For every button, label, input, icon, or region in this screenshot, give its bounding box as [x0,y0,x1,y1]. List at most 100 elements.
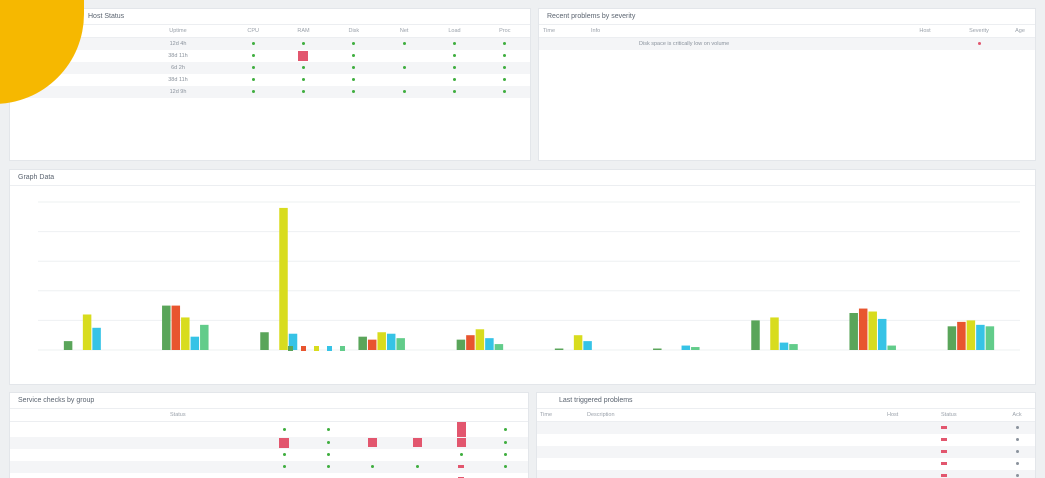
col-header[interactable]: Load [429,25,480,38]
chart-bar [691,347,700,350]
col-header[interactable] [306,409,351,422]
table-row[interactable] [10,461,528,473]
trigger-host[interactable] [887,470,941,478]
trigger-host[interactable] [887,421,941,434]
ok-dot-icon [326,427,330,431]
col-header[interactable]: Description [587,409,887,422]
table-row[interactable]: Disk space is critically low on volume [539,37,1035,50]
chart-bar [260,332,269,350]
uptime-cell: 38d 11h [168,77,188,83]
problem-marker-icon[interactable] [298,50,309,61]
chart-bar [751,320,760,350]
col-header[interactable]: Time [539,25,591,38]
problem-marker-icon[interactable] [412,438,422,448]
col-header[interactable]: Host [887,409,941,422]
table-row[interactable] [537,421,1035,434]
legend-item[interactable] [327,346,334,352]
col-header[interactable]: Proc [479,25,530,38]
chart-bar [985,326,995,350]
group-name[interactable] [10,473,170,478]
col-header[interactable]: Net [378,25,430,38]
ok-dot-icon [251,54,255,57]
col-header[interactable]: Uptime [128,25,228,38]
trigger-host[interactable] [887,446,941,458]
chart-bar [279,207,288,350]
col-header[interactable] [439,409,484,422]
table-row[interactable]: 38d 11h [10,74,530,86]
trigger-host[interactable] [887,434,941,446]
table-row[interactable]: 6d 2h [10,62,530,74]
ok-dot-icon [402,90,406,93]
table-row[interactable] [537,458,1035,470]
problem-marker-icon[interactable] [458,465,465,468]
trigger-description[interactable] [587,446,887,458]
panel-title: Last triggered problems [537,393,1035,409]
col-header[interactable] [262,409,307,422]
ok-dot-icon [503,54,507,57]
legend-item[interactable] [314,346,321,352]
table-row[interactable] [10,473,528,478]
col-header[interactable]: Time [537,409,587,422]
trigger-description[interactable] [587,434,887,446]
problem-host[interactable] [897,37,953,50]
ok-dot-icon [452,54,456,57]
table-row[interactable] [10,437,528,449]
col-header[interactable]: Status [941,409,999,422]
trigger-description[interactable] [587,421,887,434]
col-header[interactable]: Age [1005,25,1035,38]
problem-marker-icon[interactable] [368,438,378,448]
col-header[interactable] [394,409,440,422]
group-status [170,449,262,461]
col-header[interactable]: Severity [953,25,1005,38]
ack-icon[interactable] [1015,426,1019,429]
table-row[interactable] [10,421,528,438]
ok-dot-icon [504,427,508,431]
ok-dot-icon [326,441,330,444]
col-header[interactable]: RAM [278,25,329,38]
problem-marker-icon[interactable] [456,421,466,437]
group-name[interactable] [10,449,170,461]
ok-dot-icon [504,441,508,444]
table-row[interactable] [537,434,1035,446]
ok-dot-icon [452,78,456,81]
ok-dot-icon [503,78,507,81]
ack-icon[interactable] [1015,474,1019,477]
table-row[interactable] [537,470,1035,478]
legend-item[interactable] [301,346,308,352]
trigger-host[interactable] [887,458,941,470]
status-badge [941,426,947,429]
group-name[interactable] [10,437,170,449]
col-header[interactable] [350,409,395,422]
col-header[interactable]: Status [170,409,262,422]
problem-marker-icon[interactable] [456,438,466,448]
ack-icon[interactable] [1015,450,1019,453]
col-header[interactable] [10,409,170,422]
table-row[interactable] [10,449,528,461]
col-header[interactable]: Ack [999,409,1035,422]
col-header[interactable]: Info [591,25,897,38]
col-header[interactable] [483,409,528,422]
table-row[interactable]: 38d 11h [10,50,530,62]
service-checks-panel: Service checks by group Status [9,392,529,478]
legend-item[interactable] [288,346,295,352]
recent-problems-panel: Recent problems by severity Time Info Ho… [538,8,1036,161]
ack-icon[interactable] [1015,438,1019,441]
problem-info-link[interactable]: Disk space is critically low on volume [591,37,897,50]
problem-marker-icon[interactable] [279,437,290,448]
table-row[interactable]: 12d 4h [10,37,530,50]
group-name[interactable] [10,461,170,473]
uptime-cell: 6d 2h [128,62,228,74]
col-header[interactable]: Disk [328,25,379,38]
trigger-description[interactable] [587,458,887,470]
col-header[interactable]: Host [897,25,953,38]
table-row[interactable]: 12d 9h [10,86,530,98]
ok-dot-icon [251,66,255,69]
status-badge [941,462,947,465]
group-name[interactable] [10,422,170,438]
col-header[interactable]: CPU [228,25,279,38]
trigger-description[interactable] [587,470,887,478]
group-status [170,461,262,473]
legend-item[interactable] [340,346,347,352]
table-row[interactable] [537,446,1035,458]
ack-icon[interactable] [1015,462,1019,465]
